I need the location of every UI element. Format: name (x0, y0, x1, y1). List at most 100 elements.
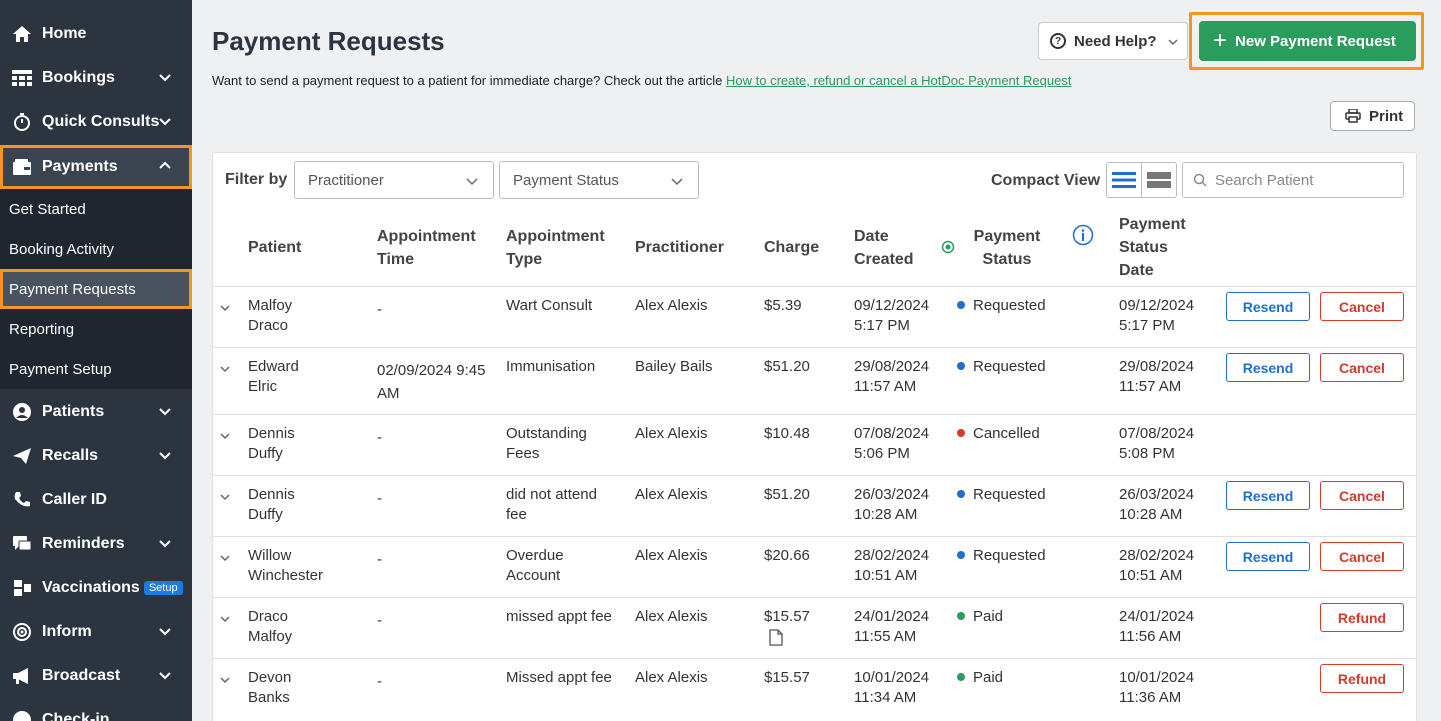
filter-label: Filter by (225, 171, 288, 188)
cell-payment-status: Cancelled (957, 424, 1040, 444)
nav-bookings[interactable]: Bookings (0, 56, 192, 100)
nav-quick-consults[interactable]: Quick Consults (0, 100, 192, 144)
cell-appointment-type: Missed appt fee (506, 669, 612, 686)
cell-patient: Edward Elric (248, 358, 299, 395)
status-label: Requested (973, 547, 1046, 564)
cell-date-created: 26/03/2024 10:28 AM (854, 486, 930, 523)
expand-chevron-icon[interactable] (219, 674, 231, 686)
nav-label: Inform (42, 623, 92, 640)
th-practitioner[interactable]: Practitioner (635, 236, 724, 259)
chevron-down-icon (466, 178, 478, 186)
expand-chevron-icon[interactable] (219, 430, 231, 442)
subnav-booking-activity[interactable]: Booking Activity (0, 229, 192, 269)
expand-chevron-icon[interactable] (219, 613, 231, 625)
cell-charge: $15.57 (764, 608, 810, 625)
cell-appointment-time: - (377, 429, 382, 446)
new-request-label: New Payment Request (1235, 32, 1396, 50)
expand-chevron-icon[interactable] (219, 552, 231, 564)
check-icon (10, 709, 34, 721)
th-appointment-time[interactable]: Appointment Time (377, 225, 487, 271)
phone-icon (10, 489, 34, 511)
cell-patient: Draco Malfoy (248, 608, 293, 645)
nav-home[interactable]: Home (0, 12, 192, 56)
status-label: Requested (973, 297, 1046, 314)
cell-status-date: 26/03/2024 10:28 AM (1119, 486, 1195, 523)
cell-date-created: 07/08/2024 5:06 PM (854, 425, 930, 462)
nav-check-in[interactable]: Check-in (0, 698, 192, 721)
cell-status-date: 28/02/2024 10:51 AM (1119, 547, 1195, 584)
resend-button[interactable]: Resend (1226, 542, 1310, 571)
cell-status-date: 29/08/2024 11:57 AM (1119, 358, 1195, 395)
status-label: Paid (973, 669, 1004, 686)
expand-chevron-icon[interactable] (219, 302, 231, 314)
print-button[interactable]: Print (1330, 101, 1415, 131)
setup-badge: Setup (143, 581, 183, 595)
nav-vaccinations[interactable]: Vaccinations Setup (0, 566, 192, 610)
list-lines-icon (1112, 172, 1136, 188)
cancel-button[interactable]: Cancel (1320, 292, 1404, 321)
list-view-button[interactable] (1106, 162, 1142, 198)
nav-reminders[interactable]: Reminders (0, 522, 192, 566)
cell-practitioner: Alex Alexis (635, 547, 708, 564)
plus-icon: + (1213, 27, 1228, 54)
refund-button[interactable]: Refund (1320, 603, 1404, 632)
cancel-button[interactable]: Cancel (1320, 542, 1404, 571)
chat-icon (10, 533, 34, 555)
th-payment-status-date[interactable]: Payment Status Date (1119, 213, 1189, 282)
subnav-get-started[interactable]: Get Started (0, 189, 192, 229)
th-patient[interactable]: Patient (248, 236, 301, 259)
compact-lines-icon (1147, 172, 1171, 188)
compact-view-button[interactable] (1141, 162, 1177, 198)
stopwatch-icon (10, 111, 34, 133)
info-icon[interactable] (1072, 224, 1094, 246)
th-appointment-type[interactable]: Appointment Type (506, 225, 616, 271)
receipt-file-icon[interactable] (769, 629, 783, 646)
intro-copy: Want to send a payment request to a pati… (212, 73, 727, 88)
th-payment-status[interactable]: Payment Status (957, 225, 1057, 271)
th-date-created[interactable]: Date Created (854, 225, 924, 271)
refund-button[interactable]: Refund (1320, 664, 1404, 693)
payment-status-select[interactable]: Payment Status (499, 161, 699, 199)
cell-patient: Willow Winchester (248, 547, 324, 584)
nav-recalls[interactable]: Recalls (0, 434, 192, 478)
resend-button[interactable]: Resend (1226, 292, 1310, 321)
th-charge[interactable]: Charge (764, 236, 819, 259)
cancel-button[interactable]: Cancel (1320, 481, 1404, 510)
resend-button[interactable]: Resend (1226, 353, 1310, 382)
practitioner-select[interactable]: Practitioner (294, 161, 494, 199)
cell-practitioner: Alex Alexis (635, 669, 708, 686)
nav-broadcast[interactable]: Broadcast (0, 654, 192, 698)
subnav-reporting[interactable]: Reporting (0, 309, 192, 349)
cell-appointment-time: - (377, 490, 382, 507)
nav-caller-id[interactable]: Caller ID (0, 478, 192, 522)
help-article-link[interactable]: How to create, refund or cancel a HotDoc… (726, 73, 1071, 88)
nav-label: Bookings (42, 69, 115, 86)
cell-status-date: 07/08/2024 5:08 PM (1119, 425, 1195, 462)
status-dot (957, 551, 965, 559)
nav-payments[interactable]: Payments (0, 145, 192, 189)
expand-chevron-icon[interactable] (219, 363, 231, 375)
chevron-down-icon (671, 178, 683, 186)
subnav-payment-requests[interactable]: Payment Requests (0, 269, 192, 309)
nav-label: Quick Consults (42, 113, 160, 130)
search-patient-input[interactable]: Search Patient (1182, 162, 1404, 198)
chevron-up-icon (159, 161, 171, 169)
new-payment-request-button[interactable]: + New Payment Request (1199, 21, 1416, 61)
sort-indicator-icon (941, 240, 955, 254)
cell-appointment-type: did not attend fee (506, 486, 597, 523)
intro-text: Want to send a payment request to a pati… (212, 73, 1071, 88)
expand-chevron-icon[interactable] (219, 491, 231, 503)
subnav-payment-setup[interactable]: Payment Setup (0, 349, 192, 389)
resend-button[interactable]: Resend (1226, 481, 1310, 510)
cancel-button[interactable]: Cancel (1320, 353, 1404, 382)
nav-label: Caller ID (42, 491, 107, 508)
cell-appointment-type: Immunisation (506, 358, 596, 375)
status-dot (957, 673, 965, 681)
nav-label: Reminders (42, 535, 125, 552)
need-help-button[interactable]: ? Need Help? (1038, 22, 1188, 60)
cell-appointment-time: 02/09/2024 9:45 AM (377, 362, 486, 402)
nav-inform[interactable]: Inform (0, 610, 192, 654)
sidebar: Home Bookings Quick Consults Payments Ge… (0, 0, 192, 721)
nav-patients[interactable]: Patients (0, 390, 192, 434)
cell-charge: $5.39 (764, 297, 802, 314)
